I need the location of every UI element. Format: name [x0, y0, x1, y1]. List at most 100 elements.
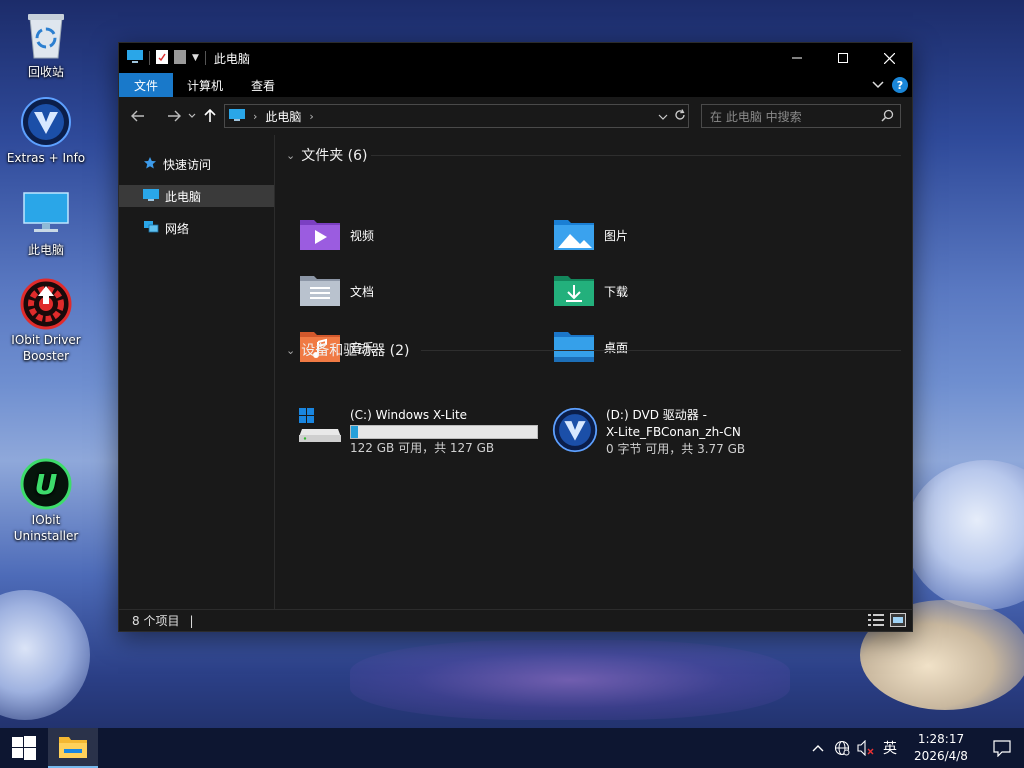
- view-toggle: [868, 613, 906, 630]
- sidebar-item-quick-access[interactable]: 快速访问: [119, 153, 274, 175]
- group-divider: [371, 155, 901, 156]
- caption-buttons: [774, 43, 912, 73]
- navigation-pane: 快速访问 此电脑 网络: [119, 135, 275, 610]
- properties-icon[interactable]: [156, 49, 168, 67]
- back-button[interactable]: [127, 104, 149, 128]
- uninstaller-icon: U: [20, 458, 72, 510]
- ribbon-controls: ?: [872, 73, 908, 97]
- drive-space: 0 字节 可用，共 3.77 GB: [606, 442, 746, 456]
- breadcrumb-chevron-icon[interactable]: ›: [253, 110, 257, 123]
- close-button[interactable]: [866, 43, 912, 73]
- toolbar-separator: [204, 51, 206, 65]
- wallpaper-orb: [905, 460, 1024, 610]
- desktop-icon-this-pc[interactable]: 此电脑: [0, 188, 92, 258]
- folder-label: 桌面: [604, 340, 629, 355]
- toolbar-separator: [149, 51, 150, 65]
- help-icon[interactable]: ?: [892, 77, 908, 93]
- tab-file[interactable]: 文件: [119, 73, 174, 97]
- desktop-icon-label: Extras + Info: [6, 151, 86, 165]
- show-hidden-icons-chevron-icon[interactable]: [806, 728, 830, 768]
- extras-info-icon: [20, 96, 72, 148]
- drive-usage-fill: [351, 426, 359, 438]
- maximize-button[interactable]: [820, 43, 866, 73]
- folder-tile-documents[interactable]: 文档: [298, 267, 538, 315]
- folder-label: 文档: [350, 284, 375, 299]
- status-bar: 8 个项目 |: [119, 609, 912, 631]
- quick-access-toolbar: ▼: [119, 49, 206, 67]
- address-bar-controls: [658, 105, 686, 127]
- collapse-chevron-icon[interactable]: ⌄: [286, 344, 295, 357]
- taskbar-clock[interactable]: 1:28:17 2026/4/8: [906, 731, 976, 765]
- desktop-folder-icon: [552, 328, 596, 367]
- network-icon: [143, 220, 159, 237]
- folder-tile-videos[interactable]: 视频: [298, 211, 538, 259]
- drive-tile-c[interactable]: (C:) Windows X-Lite 122 GB 可用，共 127 GB: [298, 407, 538, 457]
- expand-ribbon-chevron-icon[interactable]: [872, 78, 884, 92]
- recycle-bin-icon: [20, 10, 72, 62]
- tab-computer[interactable]: 计算机: [173, 73, 237, 97]
- folder-label: 下载: [604, 284, 629, 299]
- folder-tile-downloads[interactable]: 下载: [552, 267, 792, 315]
- star-icon: [143, 156, 157, 173]
- folder-label: 图片: [604, 228, 629, 243]
- breadcrumb-this-pc[interactable]: 此电脑: [265, 108, 301, 125]
- pictures-folder-icon: [552, 216, 596, 255]
- explorer-window: ▼ 此电脑 文件 计算机 查看 ? › 此电脑 › 在 此电脑 中搜索 快速访问…: [118, 42, 913, 632]
- folders-group-header[interactable]: ⌄ 文件夹 (6): [286, 145, 368, 165]
- folder-tile-pictures[interactable]: 图片: [552, 211, 792, 259]
- notification-center-button[interactable]: [980, 728, 1024, 768]
- svg-text:U: U: [35, 468, 58, 501]
- window-title: 此电脑: [213, 51, 250, 66]
- clock-date: 2026/4/8: [914, 749, 968, 763]
- address-bar[interactable]: › 此电脑 ›: [224, 104, 689, 128]
- tiles-view-icon[interactable]: [890, 613, 906, 630]
- sidebar-item-label: 快速访问: [163, 157, 212, 172]
- desktop-icon-extras-info[interactable]: Extras + Info: [0, 96, 92, 166]
- breadcrumb-chevron-icon[interactable]: ›: [309, 110, 313, 123]
- customize-toolbar-chevron-icon[interactable]: ▼: [192, 53, 199, 63]
- search-input[interactable]: 在 此电脑 中搜索: [710, 108, 802, 125]
- driver-booster-icon: [20, 278, 72, 330]
- dvd-drive-icon: [552, 407, 598, 458]
- sidebar-item-label: 此电脑: [165, 189, 202, 204]
- drive-usage-bar: [350, 425, 538, 439]
- group-title: 文件夹 (6): [301, 148, 368, 164]
- folder-tile-desktop[interactable]: 桌面: [552, 323, 792, 371]
- sidebar-item-network[interactable]: 网络: [119, 217, 274, 239]
- tab-view[interactable]: 查看: [237, 73, 289, 97]
- volume-muted-icon[interactable]: [854, 728, 878, 768]
- desktop-icon-label: IObit Driver Booster: [11, 333, 81, 363]
- new-folder-icon[interactable]: [174, 49, 186, 67]
- desktop-icon-driver-booster[interactable]: IObit Driver Booster: [0, 278, 92, 364]
- sidebar-item-this-pc[interactable]: 此电脑: [119, 185, 274, 207]
- search-icon[interactable]: [881, 109, 894, 125]
- title-bar[interactable]: ▼ 此电脑: [119, 43, 912, 73]
- desktop-icon-uninstaller[interactable]: U IObit Uninstaller: [0, 458, 92, 544]
- computer-icon: [229, 108, 245, 125]
- group-title: 设备和驱动器 (2): [301, 343, 410, 359]
- minimize-button[interactable]: [774, 43, 820, 73]
- notification-icon: [993, 739, 1011, 757]
- refresh-icon[interactable]: [674, 108, 686, 124]
- address-history-chevron-icon[interactable]: [658, 110, 668, 123]
- desktop-icon-recycle-bin[interactable]: 回收站: [0, 10, 92, 80]
- recent-locations-chevron-icon[interactable]: [185, 104, 199, 128]
- wallpaper-glow: [350, 640, 790, 720]
- network-globe-icon[interactable]: [830, 728, 854, 768]
- desktop-icon-label: 此电脑: [27, 243, 64, 257]
- taskbar-file-explorer[interactable]: [48, 728, 98, 768]
- drive-tile-d[interactable]: (D:) DVD 驱动器 - X-Lite_FBConan_zh-CN 0 字节…: [552, 407, 745, 458]
- forward-button[interactable]: [163, 104, 185, 128]
- details-view-icon[interactable]: [868, 613, 884, 630]
- start-button[interactable]: [0, 728, 48, 768]
- file-explorer-icon: [59, 737, 87, 758]
- up-button[interactable]: [199, 104, 221, 128]
- input-method-indicator[interactable]: 英: [878, 728, 902, 768]
- computer-icon: [20, 188, 72, 240]
- sidebar-item-label: 网络: [165, 221, 190, 236]
- collapse-chevron-icon[interactable]: ⌄: [286, 149, 295, 162]
- ribbon-tabs: 文件 计算机 查看 ?: [119, 73, 912, 97]
- computer-icon: [127, 49, 143, 67]
- devices-group-header[interactable]: ⌄ 设备和驱动器 (2): [286, 340, 410, 360]
- search-box[interactable]: 在 此电脑 中搜索: [701, 104, 901, 128]
